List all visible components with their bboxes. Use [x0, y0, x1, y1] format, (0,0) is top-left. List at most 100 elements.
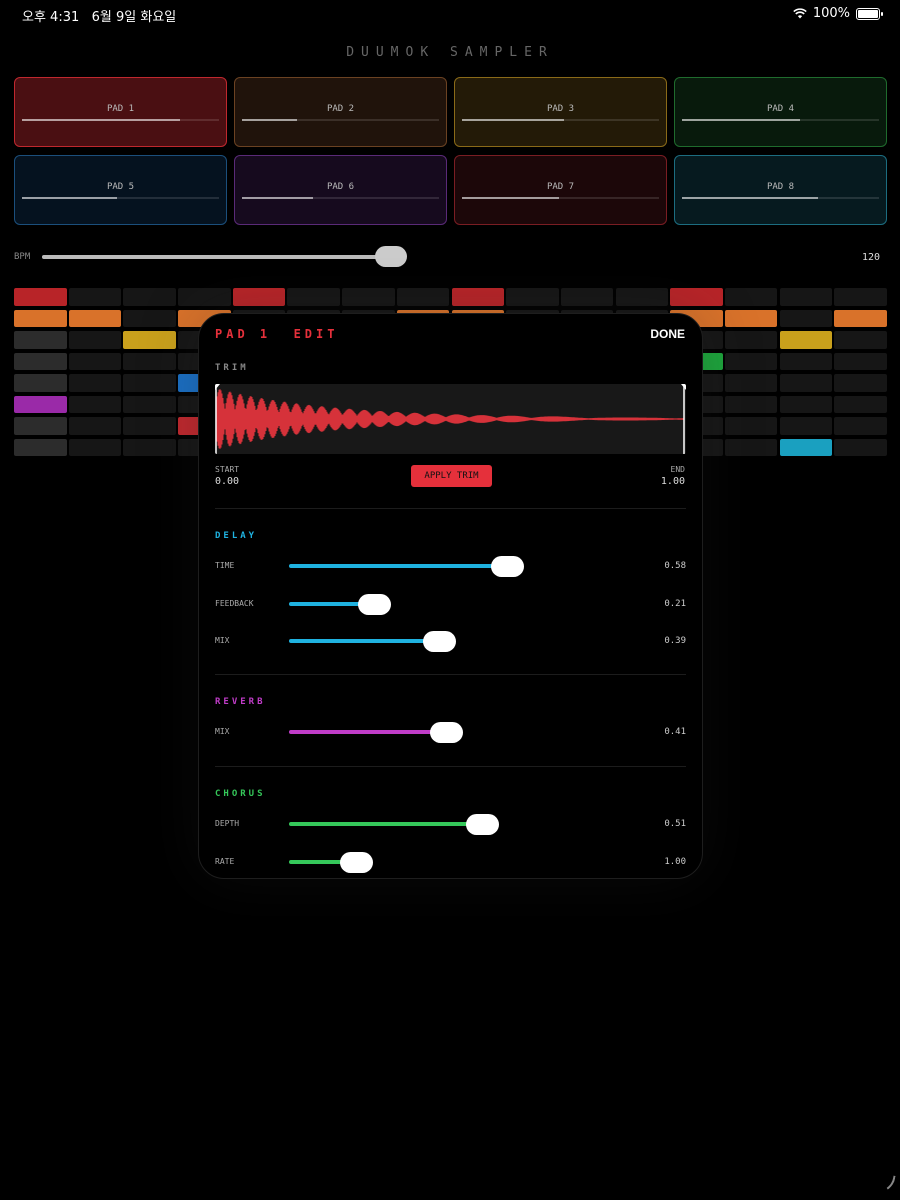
sequencer-step[interactable] — [68, 309, 122, 327]
sequencer-step[interactable] — [123, 288, 176, 306]
sequencer-step[interactable] — [68, 374, 122, 392]
sequencer-step[interactable] — [14, 374, 67, 392]
sequencer-step[interactable] — [123, 417, 176, 435]
delay-feedback-slider[interactable] — [289, 593, 647, 615]
pad-3[interactable]: PAD 3 — [454, 77, 667, 147]
sequencer-step[interactable] — [779, 438, 833, 456]
sequencer-step[interactable] — [724, 331, 778, 349]
sequencer-step[interactable] — [14, 331, 67, 349]
sequencer-step[interactable] — [724, 374, 778, 392]
waveform-display[interactable] — [215, 384, 686, 454]
slider-value: 1.00 — [664, 856, 686, 867]
sequencer-step[interactable] — [14, 395, 67, 413]
sequencer-step[interactable] — [396, 288, 450, 306]
sequencer-step[interactable] — [834, 352, 887, 370]
slider-thumb[interactable] — [422, 631, 456, 652]
pad-1[interactable]: PAD 1 — [14, 77, 227, 147]
chorus-depth-slider[interactable] — [289, 814, 647, 835]
pad-grid: PAD 1 PAD 2 PAD 3 PAD 4 PAD 5 PAD 6 PAD 7 PAD 8 — [14, 77, 887, 225]
pad-4[interactable]: PAD 4 — [674, 77, 887, 147]
sequencer-step[interactable] — [834, 374, 887, 392]
sequencer-step[interactable] — [834, 395, 887, 413]
sequencer-step[interactable] — [287, 288, 340, 306]
chorus-rate-slider[interactable] — [289, 851, 647, 873]
sequencer-step[interactable] — [123, 395, 176, 413]
sequencer-step[interactable] — [670, 288, 723, 306]
sequencer-step[interactable] — [14, 438, 67, 456]
sequencer-step[interactable] — [779, 417, 833, 435]
sequencer-step[interactable] — [178, 288, 231, 306]
sequencer-step[interactable] — [724, 288, 778, 306]
bpm-slider-fill — [42, 255, 392, 259]
slider-value: 0.41 — [664, 727, 686, 737]
sequencer-step[interactable] — [68, 352, 122, 370]
sequencer-step[interactable] — [68, 417, 122, 435]
sequencer-step[interactable] — [232, 288, 286, 306]
slider-value: 0.39 — [664, 636, 686, 646]
sequencer-step[interactable] — [834, 331, 887, 349]
bpm-slider[interactable] — [42, 246, 408, 267]
pad-2[interactable]: PAD 2 — [234, 77, 447, 147]
delay-mix-slider[interactable] — [289, 631, 647, 652]
sequencer-step[interactable] — [123, 352, 176, 370]
sequencer-step[interactable] — [724, 395, 778, 413]
bpm-slider-thumb[interactable] — [375, 246, 408, 267]
pad-7[interactable]: PAD 7 — [454, 155, 667, 225]
sequencer-step[interactable] — [724, 352, 778, 370]
sequencer-step[interactable] — [68, 288, 122, 306]
sequencer-step[interactable] — [451, 288, 504, 306]
sequencer-step[interactable] — [724, 417, 778, 435]
sequencer-step[interactable] — [14, 352, 67, 370]
sequencer-step[interactable] — [68, 331, 122, 349]
sequencer-step[interactable] — [615, 288, 669, 306]
pad-6[interactable]: PAD 6 — [234, 155, 447, 225]
pad-5[interactable]: PAD 5 — [14, 155, 227, 225]
sequencer-step[interactable] — [68, 395, 122, 413]
trim-section-title: TRIM — [215, 363, 249, 373]
slider-thumb[interactable] — [340, 851, 374, 873]
sequencer-step[interactable] — [779, 374, 833, 392]
slider-thumb[interactable] — [429, 722, 463, 743]
done-button[interactable]: DONE — [650, 327, 685, 341]
sequencer-step[interactable] — [14, 417, 67, 435]
sequencer-step[interactable] — [123, 331, 176, 349]
delay-time-slider[interactable] — [289, 556, 647, 577]
pad-level-fill — [682, 197, 818, 199]
waveform-graph — [215, 384, 686, 454]
pad-8[interactable]: PAD 8 — [674, 155, 887, 225]
sequencer-step[interactable] — [779, 309, 833, 327]
sequencer-step[interactable] — [834, 438, 887, 456]
sequencer-step[interactable] — [724, 438, 778, 456]
slider-fill — [289, 564, 505, 568]
divider — [215, 674, 686, 675]
sequencer-step[interactable] — [724, 309, 778, 327]
sequencer-step[interactable] — [506, 288, 559, 306]
wifi-icon — [793, 8, 807, 19]
slider-thumb[interactable] — [465, 814, 499, 835]
sequencer-step[interactable] — [123, 309, 176, 327]
sequencer-step[interactable] — [123, 438, 176, 456]
sequencer-step[interactable] — [779, 331, 833, 349]
sequencer-step[interactable] — [779, 352, 833, 370]
pad-label: PAD 1 — [106, 104, 135, 114]
apply-trim-button[interactable]: APPLY TRIM — [411, 465, 492, 487]
sequencer-step[interactable] — [834, 417, 887, 435]
pad-level-bar — [242, 119, 439, 121]
sequencer-step[interactable] — [834, 309, 887, 327]
slider-label: MIX — [215, 727, 230, 736]
sequencer-step[interactable] — [342, 288, 395, 306]
sequencer-step[interactable] — [779, 288, 833, 306]
bpm-value: 120 — [861, 252, 880, 263]
sequencer-step[interactable] — [560, 288, 614, 306]
sequencer-step[interactable] — [68, 438, 122, 456]
slider-fill — [289, 730, 444, 734]
sequencer-step[interactable] — [14, 309, 67, 327]
slider-label: TIME — [215, 561, 235, 570]
sequencer-step[interactable] — [14, 288, 67, 306]
slider-thumb[interactable] — [358, 593, 392, 615]
sequencer-step[interactable] — [779, 395, 833, 413]
slider-thumb[interactable] — [490, 556, 524, 577]
sequencer-step[interactable] — [123, 374, 176, 392]
sequencer-step[interactable] — [834, 288, 887, 306]
reverb-mix-slider[interactable] — [289, 722, 647, 743]
